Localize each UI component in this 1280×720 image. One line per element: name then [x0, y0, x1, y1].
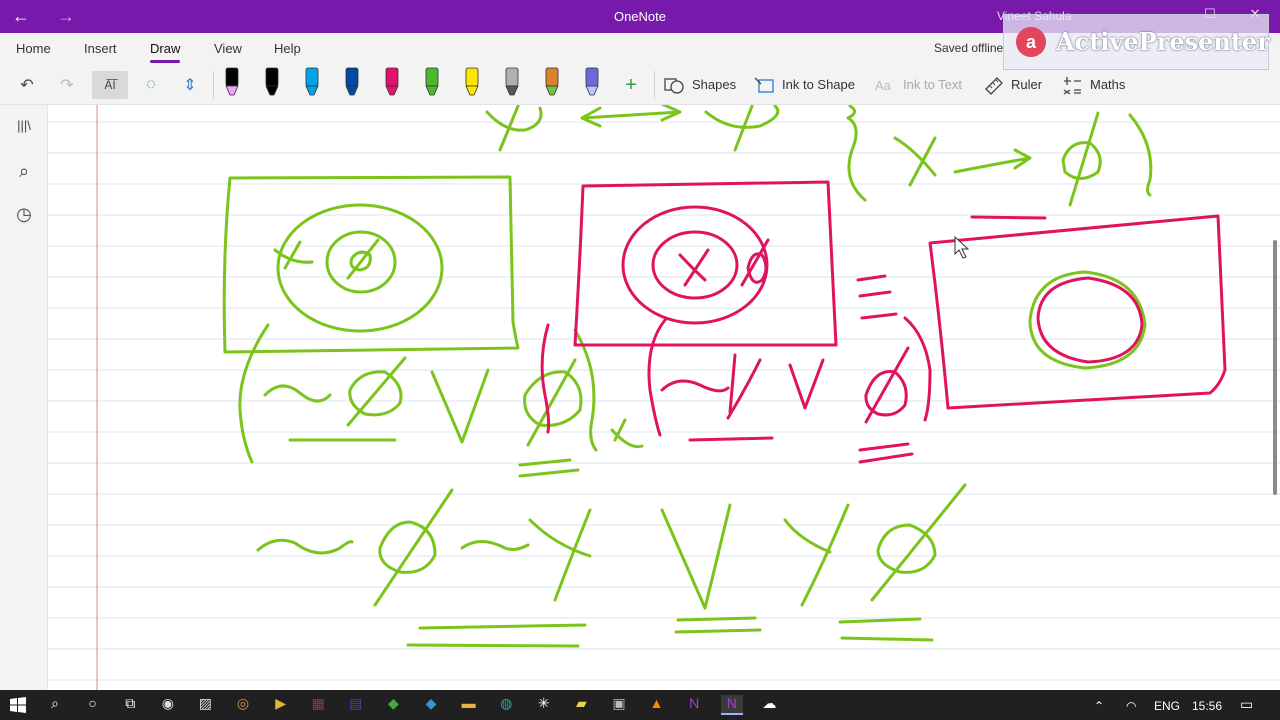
chrome-like-icon[interactable]: ◉ — [157, 695, 179, 715]
pen-1-icon[interactable] — [225, 67, 239, 96]
app-dark-icon[interactable]: ☁ — [758, 695, 780, 715]
shapes-icon[interactable] — [664, 75, 686, 95]
sticky-notes-icon[interactable]: ▰ — [570, 695, 592, 715]
draw-toolbar: ↶ ↷ A͞I ◌ ⇕ + Shapes Ink to Shape Aa Ink… — [0, 65, 1280, 105]
note-canvas[interactable] — [48, 105, 1280, 690]
maths-icon[interactable] — [1062, 75, 1084, 95]
ruler-icon[interactable] — [984, 75, 1006, 95]
onenote-active-icon[interactable]: N — [720, 695, 743, 715]
search-icon[interactable]: ⌕ — [13, 161, 35, 183]
tab-insert[interactable]: Insert — [84, 41, 117, 56]
pen-4-icon[interactable] — [345, 67, 359, 96]
pen-5-icon[interactable] — [385, 67, 399, 96]
app-teal-icon[interactable]: ◍ — [495, 695, 517, 715]
start-icon[interactable] — [10, 697, 26, 713]
type-select-icon[interactable]: A͞I — [92, 71, 128, 99]
settings-icon[interactable]: ✳ — [533, 695, 555, 715]
navigation-sidebar: |||\ ⌕ ◷ — [0, 105, 48, 690]
app-green-icon[interactable]: ◆ — [382, 695, 404, 715]
lasso-select-icon[interactable]: ◌ — [136, 71, 166, 99]
activepresenter-watermark: a ActivePresenter — [1003, 14, 1270, 70]
pen-palette[interactable] — [220, 65, 615, 105]
browser-icon[interactable]: ◎ — [232, 695, 254, 715]
pen-2-icon[interactable] — [265, 67, 279, 96]
vlc-icon[interactable]: ▲ — [646, 695, 668, 715]
redo-icon[interactable]: ↷ — [52, 71, 82, 99]
task-view-icon[interactable]: ⧉ — [119, 695, 141, 715]
cortana-icon[interactable]: ○ — [82, 695, 104, 715]
action-center-icon[interactable]: ▭ — [1240, 696, 1253, 713]
toolbar-separator — [654, 71, 655, 99]
magenta-ink-strokes — [540, 180, 1227, 464]
shapes-button[interactable]: Shapes — [692, 77, 736, 92]
pen-3-icon[interactable] — [305, 67, 319, 96]
onenote-icon[interactable]: N — [683, 695, 705, 715]
svg-text:Aa: Aa — [875, 78, 892, 93]
toolbar-separator — [213, 71, 214, 99]
undo-icon[interactable]: ↶ — [12, 71, 42, 99]
save-status: Saved offline — [934, 41, 1004, 55]
activepresenter-logo-icon: a — [1016, 27, 1046, 57]
green-ink-strokes — [222, 105, 1153, 648]
vertical-scrollbar[interactable] — [1273, 240, 1277, 495]
app-red-icon[interactable]: ▦ — [307, 695, 329, 715]
ink-to-text-button[interactable]: Ink to Text — [903, 77, 962, 92]
maths-button[interactable]: Maths — [1090, 77, 1125, 92]
media-player-icon[interactable]: ▶ — [270, 695, 292, 715]
ink-to-shape-button[interactable]: Ink to Shape — [782, 77, 855, 92]
ink-to-shape-icon[interactable] — [754, 75, 776, 95]
add-space-icon[interactable]: ⇕ — [175, 71, 205, 99]
pen-6-icon[interactable] — [425, 67, 439, 96]
recent-clock-icon[interactable]: ◷ — [13, 204, 35, 226]
clock[interactable]: 15:56 — [1192, 699, 1222, 713]
app-blue2-icon[interactable]: ◆ — [420, 695, 442, 715]
pen-7-icon[interactable] — [465, 67, 479, 96]
search-icon[interactable]: ⌕ — [44, 695, 66, 715]
tab-home[interactable]: Home — [16, 41, 51, 56]
ruler-button[interactable]: Ruler — [1011, 77, 1042, 92]
ink-to-text-icon[interactable]: Aa — [874, 75, 896, 95]
tab-draw[interactable]: Draw — [150, 41, 181, 63]
notebooks-icon[interactable]: |||\ — [13, 118, 35, 140]
wifi-icon[interactable]: ◠ — [1126, 699, 1136, 713]
pen-10-icon[interactable] — [585, 67, 599, 96]
language-indicator[interactable]: ENG — [1154, 699, 1180, 713]
pen-9-icon[interactable] — [545, 67, 559, 96]
windows-taskbar: ⌕ ○ ⧉ ◉ ▨ ◎ ▶ ▦ ▤ ◆ ◆ ▬ ◍ ✳ ▰ ▣ ▲ N N ☁ ⌃ ◠ ENG 15:56 ▭ — [0, 690, 1280, 720]
photos-icon[interactable]: ▨ — [194, 695, 216, 715]
show-hidden-icons-icon[interactable]: ⌃ — [1094, 699, 1104, 713]
pen-8-icon[interactable] — [505, 67, 519, 96]
tab-view[interactable]: View — [214, 41, 242, 56]
watermark-text: ActivePresenter — [1056, 27, 1270, 56]
file-explorer-icon[interactable]: ▬ — [458, 695, 480, 715]
ink-drawing[interactable] — [48, 105, 1280, 690]
tab-help[interactable]: Help — [274, 41, 301, 56]
app-gray-icon[interactable]: ▣ — [608, 695, 630, 715]
add-pen-icon[interactable]: + — [616, 71, 646, 99]
app-blue-icon[interactable]: ▤ — [345, 695, 367, 715]
